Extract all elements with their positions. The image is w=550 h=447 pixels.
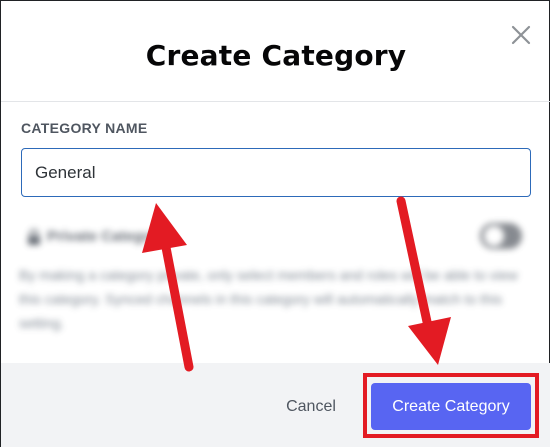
header-divider <box>1 101 550 102</box>
private-category-toggle[interactable] <box>480 223 522 249</box>
private-category-description: By making a category private, only selec… <box>19 267 518 331</box>
lock-icon <box>28 229 40 245</box>
dialog-title: Create Category <box>145 39 407 72</box>
create-category-button[interactable]: Create Category <box>371 383 531 430</box>
create-category-dialog: Create Category CATEGORY NAME Private Ca… <box>0 0 550 447</box>
private-category-section: Private Category By making a category pr… <box>15 217 535 341</box>
category-name-input[interactable] <box>21 148 531 197</box>
category-name-label: CATEGORY NAME <box>21 120 148 136</box>
cancel-button[interactable]: Cancel <box>271 392 351 422</box>
private-category-label: Private Category <box>47 228 167 245</box>
dialog-footer: Cancel Create Category <box>1 363 550 447</box>
toggle-knob <box>484 226 504 246</box>
